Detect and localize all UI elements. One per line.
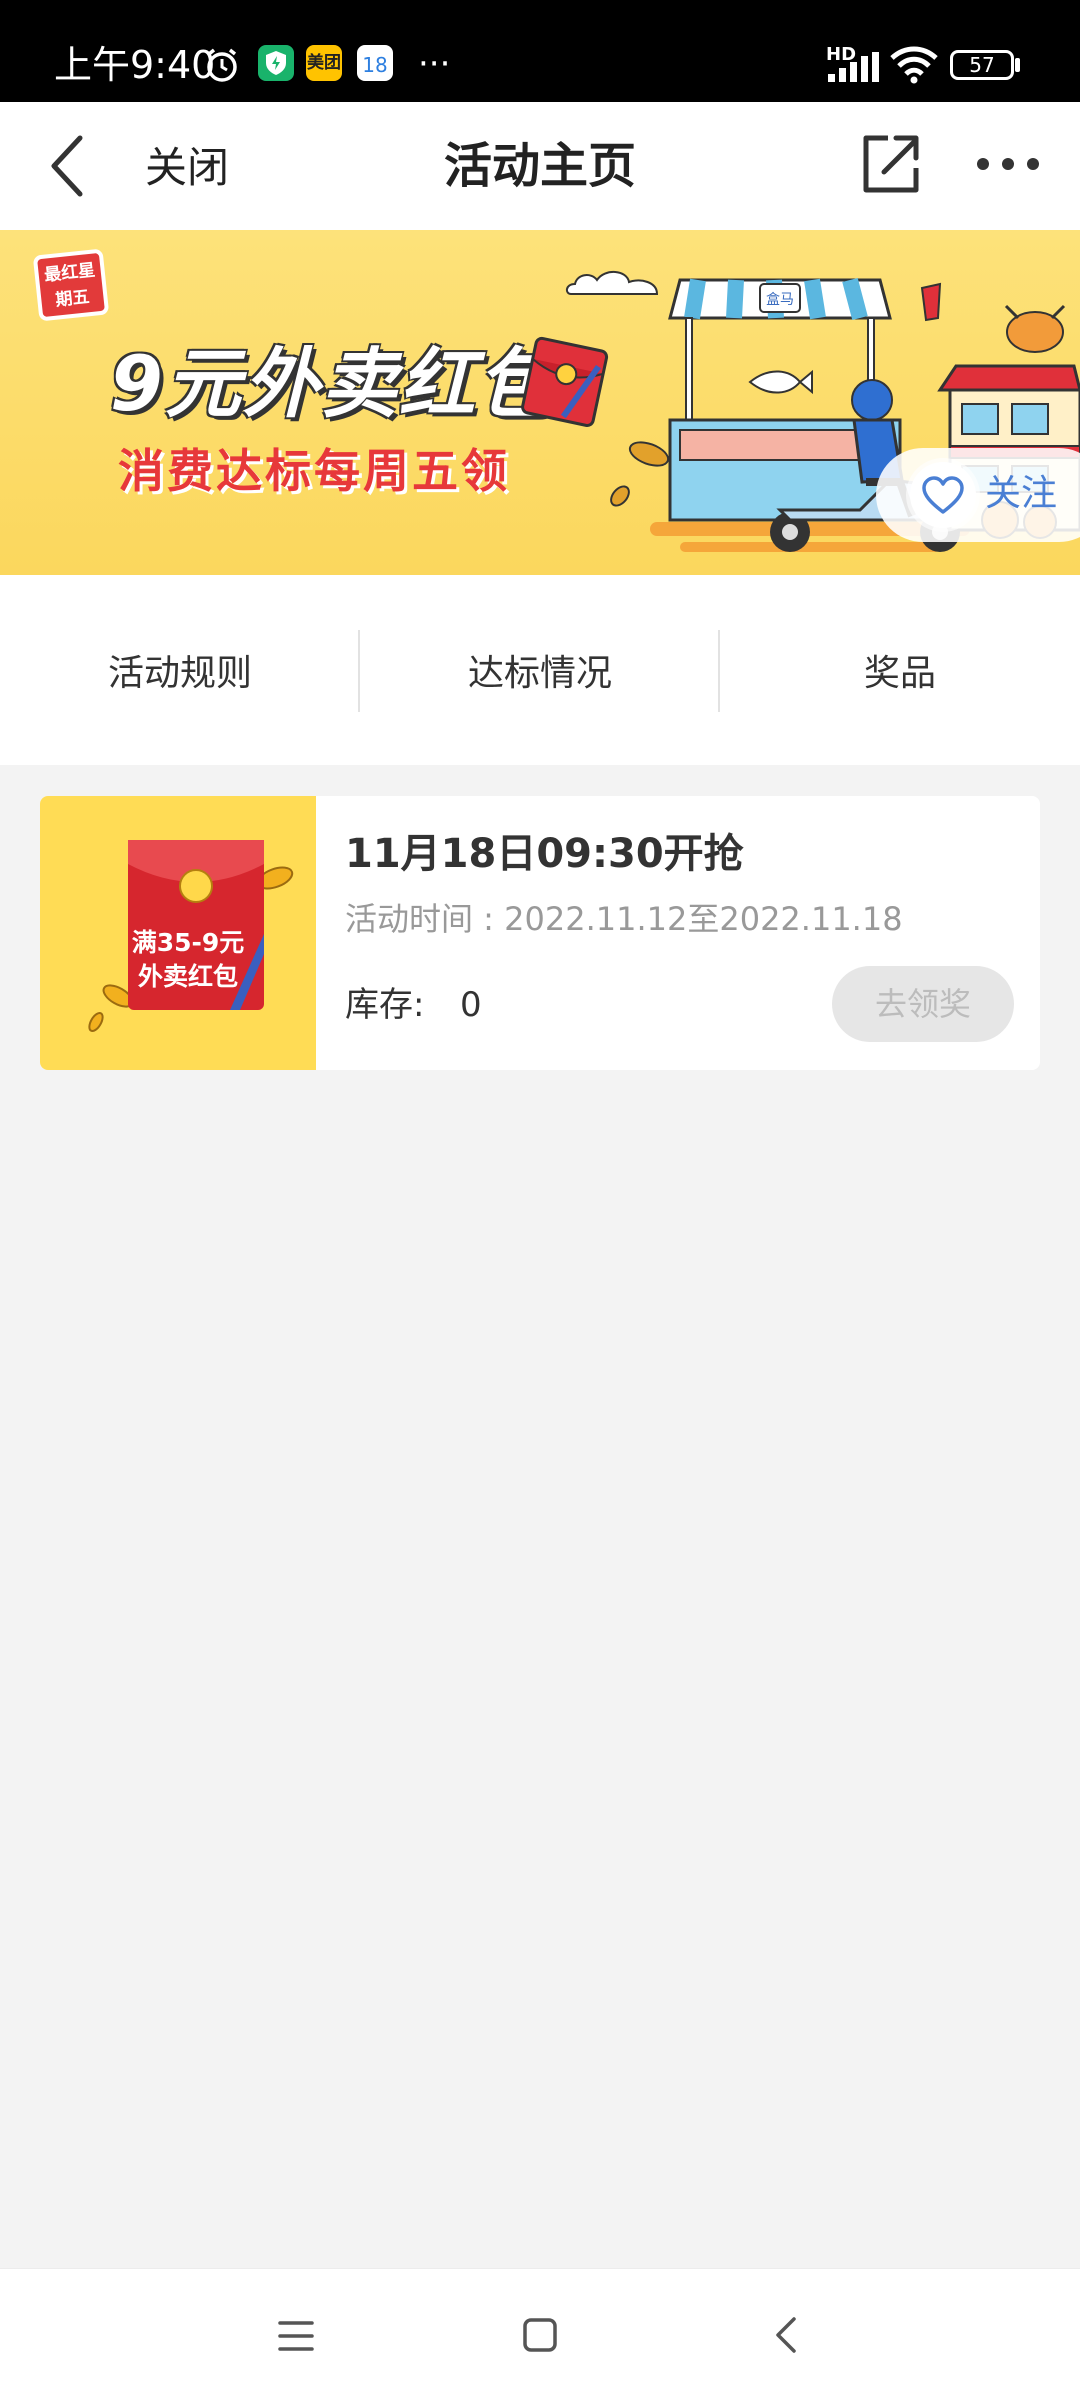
home-icon[interactable] [522, 2317, 558, 2353]
tab-prizes[interactable]: 奖品 [720, 575, 1080, 765]
prize-image-line2: 外卖红包 [137, 962, 238, 991]
tab-progress[interactable]: 达标情况 [360, 575, 720, 765]
prize-image-line1: 满35-9元 [131, 928, 245, 957]
more-options-icon[interactable] [975, 144, 1041, 184]
battery-icon: 57 [950, 50, 1014, 80]
tab-bar: 活动规则 达标情况 奖品 [0, 575, 1080, 765]
prize-card[interactable]: 满35-9元 外卖红包 11月18日09:30开抢 活动时间 : 2022.11… [40, 796, 1040, 1070]
back-icon[interactable] [772, 2315, 802, 2355]
battery-level: 57 [969, 53, 995, 77]
security-app-icon [258, 45, 294, 81]
wifi-icon [890, 46, 938, 84]
activity-time: 活动时间 : 2022.11.12至2022.11.18 [345, 900, 903, 938]
heart-icon [922, 476, 964, 514]
status-time: 上午9:40 [54, 43, 216, 87]
calendar-app-icon: 18 [357, 45, 393, 81]
nav-bar: 关闭 活动主页 [0, 102, 1080, 230]
share-icon[interactable] [860, 132, 922, 196]
meituan-app-icon: 美团 [306, 45, 342, 81]
system-nav-bar [0, 2268, 1080, 2401]
coin-illustration [606, 481, 634, 511]
claim-prize-button[interactable]: 去领奖 [832, 966, 1014, 1042]
more-notifications: ··· [418, 44, 451, 84]
banner-subline: 消费达标每周五领 [118, 444, 510, 498]
red-packet-illustration [521, 336, 609, 427]
banner-headline: 9元外卖红包 [110, 339, 555, 428]
alarm-icon [207, 48, 237, 82]
prize-image-text: 满35-9元 外卖红包 [118, 926, 258, 994]
stock-label: 库存: [345, 985, 425, 1025]
follow-label[interactable]: 关注 [985, 468, 1057, 520]
prize-title: 11月18日09:30开抢 [345, 831, 744, 877]
status-bar: 上午9:40 美团 18 ··· HD 57 [0, 0, 1080, 102]
battery-tip [1015, 58, 1020, 72]
stock-value: 0 [460, 985, 482, 1025]
banner-badge-text: 最红星期五 [43, 260, 97, 311]
tab-rules[interactable]: 活动规则 [0, 575, 360, 765]
recent-apps-icon[interactable] [278, 2319, 314, 2353]
prize-image: 满35-9元 外卖红包 [40, 796, 316, 1070]
follow-icon-bg [910, 462, 976, 528]
svg-text:盒马: 盒马 [766, 291, 794, 308]
banner-badge: 最红星期五 [32, 248, 110, 322]
signal-icon [828, 52, 879, 82]
